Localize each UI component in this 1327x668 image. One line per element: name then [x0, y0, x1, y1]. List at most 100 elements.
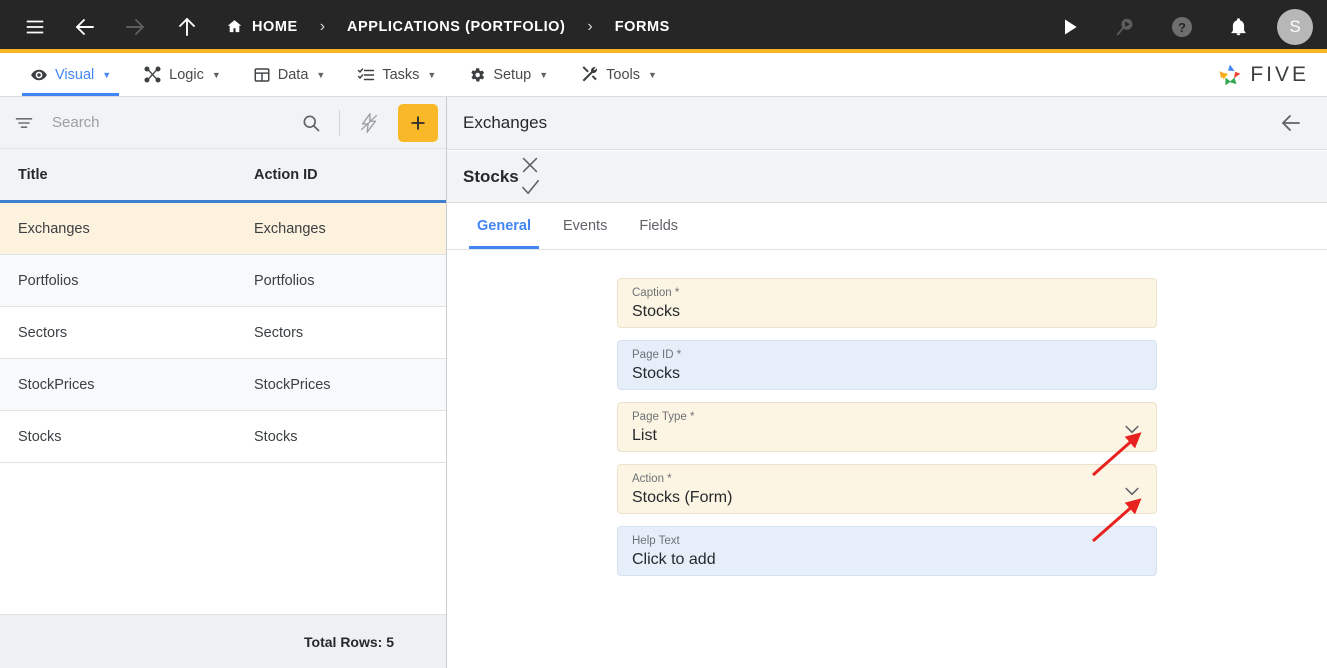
page-id-label: Page ID * [632, 349, 682, 361]
gear-icon [468, 66, 486, 84]
breadcrumb-separator: › [587, 17, 593, 35]
hamburger-menu-icon[interactable] [18, 10, 52, 44]
column-header-action-id[interactable]: Action ID [236, 167, 446, 183]
search-run-icon[interactable] [1109, 10, 1143, 44]
record-title: Stocks [463, 166, 519, 186]
top-bar-actions: ? S [1053, 8, 1313, 45]
forms-table-body: Exchanges Exchanges Portfolios Portfolio… [0, 203, 446, 614]
cell-action-id: Exchanges [254, 220, 326, 237]
toolbar-divider [339, 109, 340, 136]
cell-action-id: Portfolios [254, 272, 315, 289]
page-id-value: Stocks [632, 365, 681, 382]
tab-fields[interactable]: Fields [623, 203, 694, 249]
page-title: Exchanges [463, 113, 548, 132]
help-text-field[interactable]: Help Text Click to add [617, 526, 1157, 576]
forms-list-panel: Title Action ID Exchanges Exchanges Port… [0, 97, 447, 668]
back-arrow-icon[interactable] [1279, 111, 1303, 135]
general-tab-form: Caption * Stocks Page ID * Stocks Page T… [447, 250, 1327, 668]
action-value: Stocks (Form) [632, 489, 733, 506]
tab-events[interactable]: Events [547, 203, 623, 249]
menu-label-tasks: Tasks [382, 66, 420, 83]
caption-label: Caption * [632, 287, 680, 299]
menu-label-data: Data [277, 66, 309, 83]
svg-text:?: ? [1178, 20, 1186, 35]
filter-icon[interactable] [14, 113, 34, 133]
breadcrumb-item-home[interactable]: HOME [226, 18, 298, 35]
help-text-value: Click to add [632, 551, 716, 568]
table-header-row: Title Action ID [0, 149, 446, 203]
help-icon[interactable]: ? [1165, 10, 1199, 44]
eye-icon [30, 66, 48, 84]
search-toolbar [0, 97, 446, 149]
top-navigation-bar: HOME › APPLICATIONS (PORTFOLIO) › FORMS … [0, 0, 1327, 53]
main-content: Title Action ID Exchanges Exchanges Port… [0, 97, 1327, 668]
menu-label-tools: Tools [606, 66, 640, 83]
page-type-label: Page Type * [632, 411, 695, 423]
chevron-down-icon: ▼ [427, 69, 437, 80]
five-logo: FIVE [1217, 53, 1327, 96]
tools-wrench-icon [580, 65, 599, 84]
column-header-title[interactable]: Title [0, 167, 236, 183]
breadcrumb-item-forms[interactable]: FORMS [615, 19, 670, 35]
table-row[interactable]: StockPrices StockPrices [0, 359, 446, 411]
search-input[interactable] [34, 114, 291, 131]
five-logo-text: FIVE [1250, 62, 1309, 86]
detail-header: Exchanges [447, 97, 1327, 150]
record-actions [519, 154, 542, 199]
lightning-bolt-disabled-icon[interactable] [348, 112, 390, 134]
avatar[interactable]: S [1277, 8, 1313, 45]
breadcrumb-separator: › [319, 17, 326, 35]
chevron-down-icon: ▼ [648, 69, 657, 80]
menu-item-logic[interactable]: Logic ▼ [127, 53, 237, 96]
table-row[interactable]: Stocks Stocks [0, 411, 446, 463]
cell-title: Sectors [18, 324, 68, 341]
cell-title: Exchanges [18, 220, 90, 237]
chevron-down-icon: ▼ [316, 69, 326, 80]
module-menu-bar: Visual ▼ Logic ▼ Data ▼ Tasks ▼ Setup ▼ … [0, 53, 1327, 97]
page-id-field[interactable]: Page ID * Stocks [617, 340, 1157, 390]
action-field[interactable]: Action * Stocks (Form) [617, 464, 1157, 514]
close-x-icon[interactable] [519, 154, 542, 176]
notifications-bell-icon[interactable] [1221, 10, 1255, 44]
check-icon[interactable] [519, 176, 542, 199]
help-text-label: Help Text [632, 535, 680, 547]
forward-arrow-icon[interactable] [118, 10, 152, 44]
menu-label-setup: Setup [493, 66, 532, 83]
menu-item-visual[interactable]: Visual ▼ [14, 53, 127, 96]
chevron-down-icon: ▼ [539, 69, 549, 80]
menu-item-setup[interactable]: Setup ▼ [452, 53, 564, 96]
menu-label-visual: Visual [55, 66, 95, 83]
up-arrow-icon[interactable] [170, 10, 204, 44]
page-type-field[interactable]: Page Type * List [617, 402, 1157, 452]
cell-title: Stocks [18, 428, 62, 445]
record-subheader: Stocks [447, 151, 1327, 203]
cell-action-id: StockPrices [254, 376, 331, 393]
tab-general[interactable]: General [461, 203, 547, 249]
page-type-dropdown-chevron[interactable] [1122, 419, 1142, 439]
menu-item-data[interactable]: Data ▼ [237, 53, 342, 96]
form-detail-panel: Exchanges Stocks General Events Fields C… [447, 97, 1327, 668]
cell-action-id: Stocks [254, 428, 298, 445]
table-grid-icon [253, 66, 271, 84]
add-button[interactable] [398, 103, 438, 142]
table-row[interactable]: Exchanges Exchanges [0, 203, 446, 255]
menu-item-tools[interactable]: Tools ▼ [564, 53, 673, 96]
total-rows-footer: Total Rows: 5 [0, 614, 446, 668]
breadcrumb-item-applications[interactable]: APPLICATIONS (PORTFOLIO) [347, 19, 565, 35]
breadcrumb: HOME › APPLICATIONS (PORTFOLIO) › FORMS [226, 18, 670, 36]
action-label: Action * [632, 473, 672, 485]
search-icon[interactable] [291, 113, 331, 133]
action-dropdown-chevron[interactable] [1122, 481, 1142, 501]
menu-item-tasks[interactable]: Tasks ▼ [341, 53, 452, 96]
table-row[interactable]: Portfolios Portfolios [0, 255, 446, 307]
caption-value: Stocks [632, 303, 681, 320]
chevron-down-icon: ▼ [211, 69, 221, 80]
table-row[interactable]: Sectors Sectors [0, 307, 446, 359]
cell-title: StockPrices [18, 376, 95, 393]
run-play-icon[interactable] [1053, 10, 1087, 44]
menu-label-logic: Logic [169, 66, 204, 83]
tasks-list-icon [357, 66, 375, 84]
caption-field[interactable]: Caption * Stocks [617, 278, 1157, 328]
detail-header-actions [1279, 111, 1303, 135]
back-arrow-icon[interactable] [68, 10, 102, 44]
